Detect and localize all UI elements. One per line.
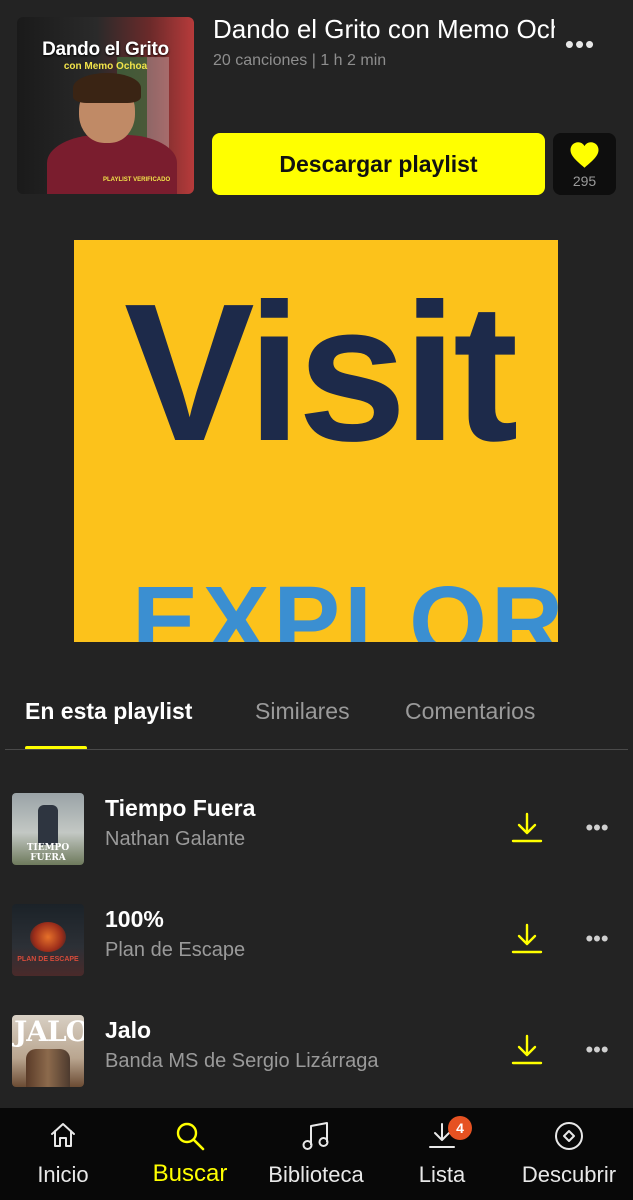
cover-text: TIEMPO FUERA	[26, 843, 70, 863]
playlist-title: Dando el Grito con Memo Ochoa	[213, 14, 555, 44]
nav-item-inicio[interactable]: Inicio	[3, 1108, 123, 1200]
track-more-icon[interactable]: •••	[580, 813, 614, 843]
cover-graphic	[30, 922, 66, 952]
track-title: Tiempo Fuera	[105, 795, 256, 821]
nav-item-buscar[interactable]: Buscar	[130, 1108, 250, 1200]
track-row[interactable]: PLAN DE ESCAPE 100% Plan de Escape •••	[0, 904, 633, 994]
nav-label: Biblioteca	[268, 1162, 364, 1187]
cover-people	[26, 1049, 70, 1087]
compass-icon	[555, 1122, 583, 1150]
like-button[interactable]: 295	[553, 133, 616, 195]
ad-main-text: Visit	[124, 263, 518, 482]
track-cover-image: TIEMPO FUERA	[12, 793, 84, 865]
playlist-cover-image: Dando el Grito con Memo Ochoa PLAYLIST V…	[17, 17, 194, 194]
track-artist: Banda MS de Sergio Lizárraga	[105, 1050, 379, 1072]
heart-icon	[570, 142, 599, 168]
tabs-divider	[5, 749, 628, 750]
notification-badge: 4	[448, 1116, 472, 1140]
track-title: 100%	[105, 906, 164, 932]
track-row[interactable]: TIEMPO FUERA Tiempo Fuera Nathan Galante…	[0, 793, 633, 883]
nav-label: Lista	[418, 1162, 466, 1187]
tab-similares[interactable]: Similares	[255, 698, 350, 725]
tab-comentarios[interactable]: Comentarios	[405, 698, 535, 725]
nav-label: Descubrir	[521, 1162, 617, 1187]
track-row[interactable]: JALO Jalo Banda MS de Sergio Lizárraga •…	[0, 1015, 633, 1105]
like-count: 295	[572, 173, 597, 189]
ad-banner[interactable]: Visit EXPLORA	[74, 240, 558, 642]
cover-player-body	[47, 135, 177, 194]
search-icon	[176, 1122, 205, 1151]
download-icon[interactable]	[510, 811, 544, 845]
nav-item-descubrir[interactable]: Descubrir	[509, 1108, 629, 1200]
bottom-navigation: Inicio Buscar Biblioteca 4 Lista Descubr…	[0, 1108, 633, 1200]
cover-player-hair	[73, 73, 141, 103]
cover-verified-badge: PLAYLIST VERIFICADO	[103, 177, 171, 183]
track-artist: Plan de Escape	[105, 939, 246, 961]
download-playlist-button[interactable]: Descargar playlist	[212, 133, 545, 195]
track-artist: Nathan Galante	[105, 828, 246, 850]
cover-text: PLAN DE ESCAPE	[17, 956, 79, 963]
nav-item-lista[interactable]: 4 Lista	[382, 1108, 502, 1200]
download-icon[interactable]	[510, 1033, 544, 1067]
nav-label: Buscar	[152, 1160, 228, 1187]
home-icon	[51, 1123, 75, 1147]
nav-item-biblioteca[interactable]: Biblioteca	[256, 1108, 376, 1200]
download-icon[interactable]	[510, 922, 544, 956]
more-options-icon[interactable]: •••	[562, 30, 598, 58]
track-more-icon[interactable]: •••	[580, 1035, 614, 1065]
track-cover-image: JALO	[12, 1015, 84, 1087]
track-title: Jalo	[105, 1017, 152, 1043]
cover-figure	[38, 805, 58, 845]
cover-title: Dando el Grito	[42, 39, 169, 60]
playlist-tabs: En esta playlist Similares Comentarios	[0, 690, 633, 750]
tab-en-esta-playlist[interactable]: En esta playlist	[25, 698, 192, 725]
cover-subtitle: con Memo Ochoa	[63, 61, 148, 72]
track-more-icon[interactable]: •••	[580, 924, 614, 954]
nav-label: Inicio	[37, 1162, 89, 1187]
track-cover-image: PLAN DE ESCAPE	[12, 904, 84, 976]
playlist-meta: 20 canciones | 1 h 2 min	[213, 52, 387, 69]
playlist-header: Dando el Grito con Memo Ochoa PLAYLIST V…	[0, 0, 633, 210]
ad-sub-text: EXPLORA	[132, 566, 558, 642]
music-note-icon	[302, 1122, 329, 1150]
cover-text: JALO	[14, 1015, 84, 1048]
